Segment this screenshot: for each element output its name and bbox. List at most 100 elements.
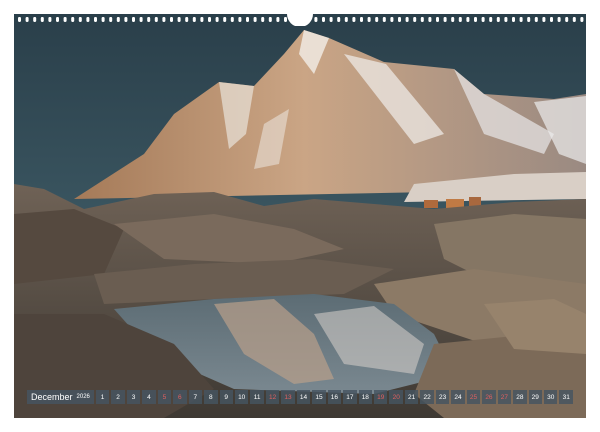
binding-hole [550,17,553,22]
binding-hole [360,17,363,22]
binding-hole [223,17,227,22]
binding-hole [352,17,356,22]
binding-hole [398,17,401,22]
day-cell: 5 [157,390,172,404]
binding-hole [382,17,386,22]
month-label-box: December 2026 [27,390,94,404]
binding-hole [253,17,257,22]
binding-hole [215,17,219,22]
binding-hole [527,17,531,22]
day-cell: 22 [420,390,434,404]
binding-hole [63,17,67,22]
binding-hole [78,17,82,22]
binding-hole [230,17,234,22]
day-cell: 7 [188,390,203,404]
binding-hole [284,17,287,22]
binding-hole [162,17,166,22]
binding-hole [86,17,90,22]
binding-hole [458,17,462,22]
day-cell: 18 [358,390,373,404]
binding-hole [337,17,341,22]
binding-hole [238,17,242,22]
binding-hole [124,17,128,22]
day-cell: 13 [281,390,295,404]
day-cell: 28 [513,390,527,404]
binding-hole [314,17,318,22]
binding-hole [436,17,439,22]
binding-hole [481,17,485,22]
binding-hole [268,17,272,22]
day-cell: 16 [327,390,342,404]
day-cell: 24 [451,390,465,404]
binding-hole [565,17,569,22]
binding-hole [185,17,189,22]
day-cell: 15 [312,390,326,404]
day-cell: 17 [343,390,357,404]
binding-hole [48,17,52,22]
day-cell: 11 [250,390,264,404]
binding-hole [572,17,576,22]
binding-hole [428,17,432,22]
day-cell: 1 [95,390,110,404]
binding-hole [56,17,59,22]
day-cell: 29 [528,390,543,404]
month-name: December [31,392,73,402]
binding-hole [139,17,143,22]
day-cell: 26 [482,390,496,404]
binding-hole [557,17,561,22]
binding-hole [519,17,523,22]
binding-hole [109,17,113,22]
binding-hole [101,17,105,22]
days-strip: 1 2 3 4 5 6 7 8 9 10 11 12 13 14 15 16 17 18 19 20 21 22 23 24 2… [95,390,573,404]
spiral-binding [14,14,586,26]
binding-hole [420,17,424,22]
binding-hole [443,17,447,22]
binding-hole [344,17,348,22]
binding-hole [489,17,493,22]
binding-hole [40,17,44,22]
day-cell: 20 [389,390,403,404]
day-cell: 31 [559,390,573,404]
day-cell: 21 [404,390,419,404]
day-cell: 14 [296,390,311,404]
binding-hole [261,17,265,22]
day-cell: 2 [111,390,125,404]
binding-hole [132,17,135,22]
binding-hole [413,17,417,22]
binding-hole [466,17,470,22]
day-cell: 19 [374,390,388,404]
binding-hole [329,17,333,22]
landscape-photo [14,14,586,418]
day-cell: 12 [265,390,280,404]
binding-hole [496,17,500,22]
binding-hole [177,17,181,22]
binding-hole [200,17,204,22]
binding-hole [367,17,371,22]
binding-hole [25,17,29,22]
binding-hole [390,17,394,22]
day-cell: 9 [219,390,233,404]
binding-hole [322,17,325,22]
binding-hole [534,17,538,22]
day-cell: 3 [126,390,141,404]
binding-hole [405,17,409,22]
day-cell: 4 [142,390,156,404]
binding-hole [116,17,120,22]
day-cell: 27 [497,390,512,404]
year-label: 2026 [76,394,90,400]
binding-hole [94,17,97,22]
binding-hole [192,17,196,22]
binding-hole [474,17,477,22]
binding-hole [18,17,21,22]
binding-hole [71,17,75,22]
binding-hole [276,17,280,22]
day-cell: 8 [204,390,218,404]
binding-hole [33,17,37,22]
binding-hole [154,17,158,22]
day-cell: 30 [544,390,558,404]
binding-hole [147,17,151,22]
binding-hole [504,17,508,22]
binding-hook-notch [287,14,313,26]
calendar-bar: December 2026 1 2 3 4 5 6 7 8 9 10 11 12 13 14 15 16 17 1… [27,390,573,404]
binding-hole [170,17,173,22]
